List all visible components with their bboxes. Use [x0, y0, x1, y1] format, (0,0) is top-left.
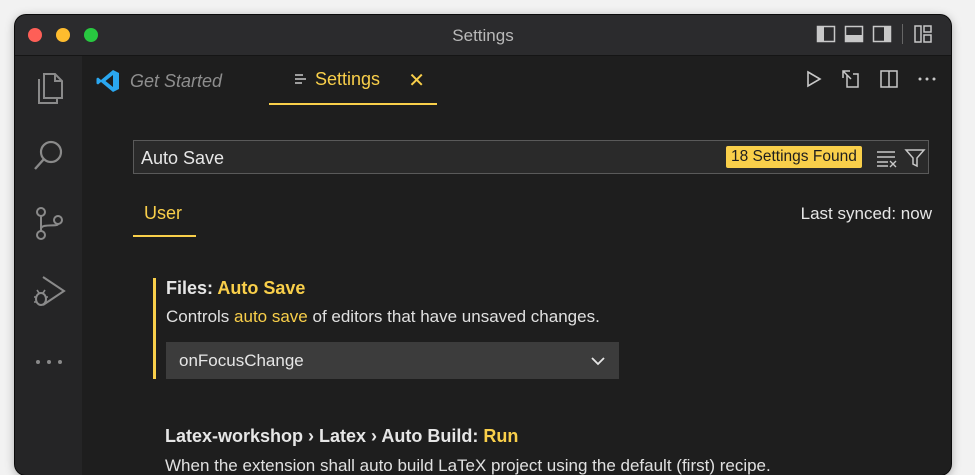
title-bar: Settings	[15, 15, 951, 56]
search-icon[interactable]	[31, 137, 67, 173]
setting-category: Latex-workshop › Latex › Auto Build:	[165, 426, 484, 446]
results-count-badge: 18 Settings Found	[726, 146, 862, 168]
setting-files-auto-save: Files: Auto Save Controls auto save of e…	[153, 278, 656, 379]
layout-controls	[816, 24, 933, 44]
dropdown-selected-value: onFocusChange	[179, 351, 304, 370]
activity-bar	[15, 56, 82, 475]
user-tab-label: User	[144, 203, 183, 223]
filter-icon[interactable]	[904, 147, 926, 169]
close-tab-icon[interactable]: ✕	[408, 68, 425, 93]
split-editor-icon[interactable]	[879, 69, 899, 89]
toggle-primary-sidebar-icon[interactable]	[816, 24, 836, 44]
editor-actions	[803, 69, 937, 89]
setting-title: Latex-workshop › Latex › Auto Build: Run	[165, 426, 518, 447]
tab-user-settings[interactable]: User	[133, 200, 196, 237]
tab-get-started[interactable]: Get Started	[96, 68, 222, 94]
vscode-logo-icon	[96, 70, 119, 92]
setting-name: Run	[483, 426, 519, 446]
setting-description: When the extension shall auto build LaTe…	[165, 456, 771, 475]
chevron-down-icon	[591, 357, 605, 366]
explorer-icon[interactable]	[31, 70, 67, 106]
setting-category: Files:	[166, 278, 218, 298]
last-synced-status: Last synced: now	[800, 204, 932, 223]
toggle-secondary-sidebar-icon[interactable]	[872, 24, 892, 44]
vscode-window: Settings Get Started Settings ✕ Auto Sav…	[15, 15, 951, 475]
more-views-icon[interactable]	[31, 344, 67, 380]
tab-settings-label: Settings	[315, 69, 381, 89]
description-prefix: Controls	[166, 307, 235, 326]
customize-layout-icon[interactable]	[913, 24, 933, 44]
open-settings-json-icon[interactable]	[841, 69, 861, 89]
description-highlight: auto save	[234, 307, 308, 326]
tab-settings[interactable]: Settings ✕	[269, 56, 437, 105]
setting-title: Files: Auto Save	[166, 278, 305, 299]
tab-bar: Get Started Settings ✕	[82, 56, 951, 105]
clear-filter-icon[interactable]	[876, 148, 898, 168]
setting-description: Controls auto save of editors that have …	[166, 307, 600, 327]
run-and-debug-icon[interactable]	[31, 273, 67, 309]
more-actions-icon[interactable]	[917, 69, 937, 89]
auto-save-dropdown[interactable]: onFocusChange	[166, 342, 619, 379]
window-title: Settings	[452, 26, 514, 45]
toggle-panel-icon[interactable]	[844, 24, 864, 44]
settings-search-input[interactable]: Auto Save 18 Settings Found	[133, 140, 929, 174]
description-suffix: of editors that have unsaved changes.	[307, 307, 600, 326]
layout-divider	[902, 24, 903, 44]
setting-name: Auto Save	[217, 278, 306, 298]
editor-area: Get Started Settings ✕ Auto Save 18 Sett…	[82, 56, 951, 475]
settings-list-icon	[295, 73, 306, 84]
run-icon[interactable]	[803, 69, 823, 89]
source-control-icon[interactable]	[31, 205, 67, 241]
tab-get-started-label: Get Started	[130, 70, 223, 91]
search-query: Auto Save	[141, 148, 225, 168]
